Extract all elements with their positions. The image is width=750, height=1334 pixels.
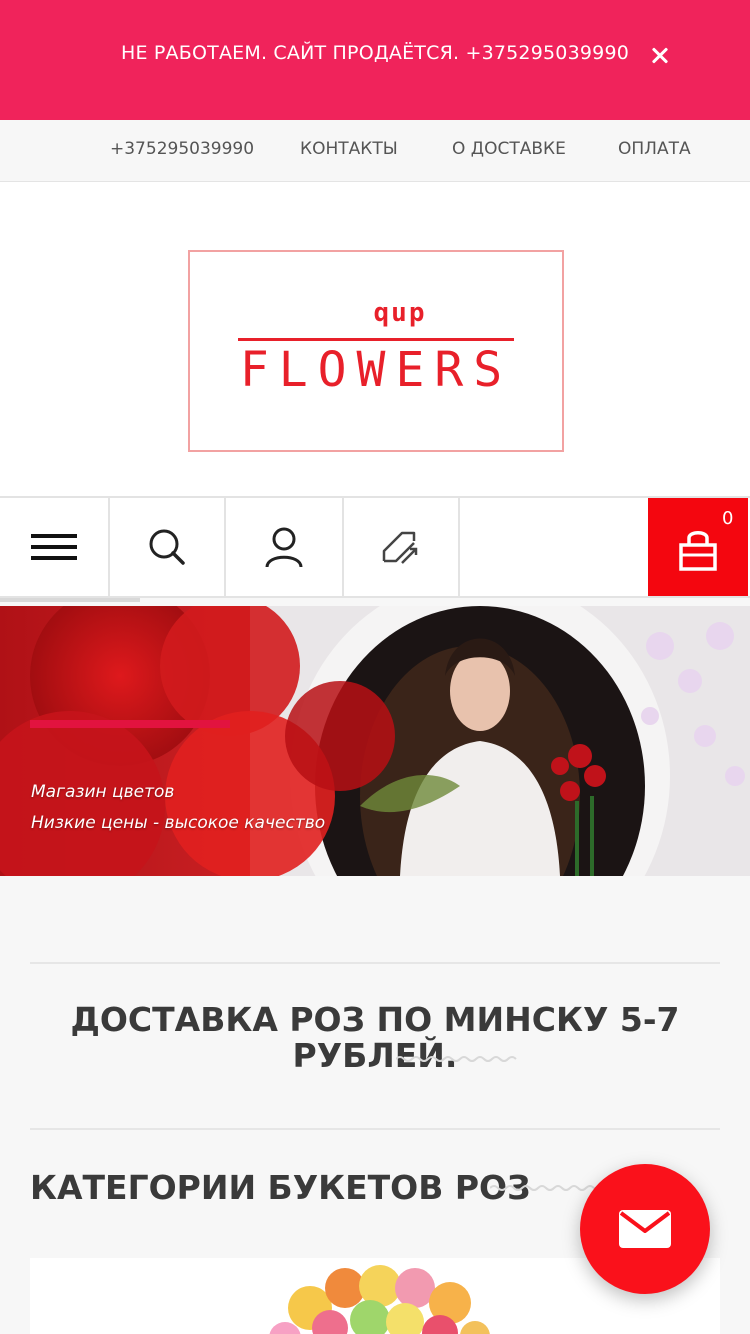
header-logo-area: qup FLOWERS xyxy=(0,182,750,496)
notice-text: НЕ РАБОТАЕМ. САЙТ ПРОДАЁТСЯ. +3752950399… xyxy=(120,42,630,64)
toolbar-scroll-indicator xyxy=(0,598,140,602)
search-icon xyxy=(149,529,185,565)
logo-rule xyxy=(238,338,514,341)
delivery-heading: ДОСТАВКА РОЗ ПО МИНСКУ 5-7 РУБЛЕЙ. xyxy=(70,1000,680,1075)
contact-mail-button[interactable] xyxy=(580,1164,710,1294)
nav-payment-link[interactable]: ОПЛАТА xyxy=(618,139,691,159)
icon-toolbar: 0 xyxy=(0,496,750,598)
nav-delivery-link[interactable]: О ДОСТАВКЕ xyxy=(452,139,566,159)
nav-contacts-link[interactable]: КОНТАКТЫ xyxy=(300,139,398,159)
close-icon[interactable] xyxy=(642,38,678,74)
logo-small-text: qup xyxy=(373,298,427,328)
compare-icon xyxy=(382,531,418,564)
section-divider xyxy=(30,1128,720,1130)
notice-bar: НЕ РАБОТАЕМ. САЙТ ПРОДАЁТСЯ. +3752950399… xyxy=(0,0,750,120)
banner-line-1: Магазин цветов xyxy=(31,782,175,802)
banner-photo xyxy=(0,606,750,876)
shopping-bag-icon xyxy=(679,531,717,571)
mail-icon xyxy=(619,1210,671,1248)
hero-banner[interactable]: Магазин цветов Низкие цены - высокое кач… xyxy=(0,606,750,876)
banner-accent-bar xyxy=(30,720,230,728)
wavy-decoration xyxy=(396,1056,517,1062)
logo[interactable]: qup FLOWERS xyxy=(188,250,564,452)
menu-button[interactable] xyxy=(0,498,110,596)
user-icon xyxy=(265,527,303,568)
categories-heading: КАТЕГОРИИ БУКЕТОВ РОЗ xyxy=(30,1168,531,1207)
search-button[interactable] xyxy=(110,498,226,596)
cart-count-badge: 0 xyxy=(722,508,734,529)
section-divider xyxy=(30,962,720,964)
hamburger-menu-icon xyxy=(31,534,77,560)
top-nav: +375295039990 КОНТАКТЫ О ДОСТАВКЕ ОПЛАТА xyxy=(0,120,750,182)
compare-button[interactable] xyxy=(344,498,460,596)
banner-line-2: Низкие цены - высокое качество xyxy=(31,813,326,833)
logo-big-text: FLOWERS xyxy=(239,342,513,398)
account-button[interactable] xyxy=(226,498,344,596)
nav-phone-link[interactable]: +375295039990 xyxy=(110,139,254,159)
